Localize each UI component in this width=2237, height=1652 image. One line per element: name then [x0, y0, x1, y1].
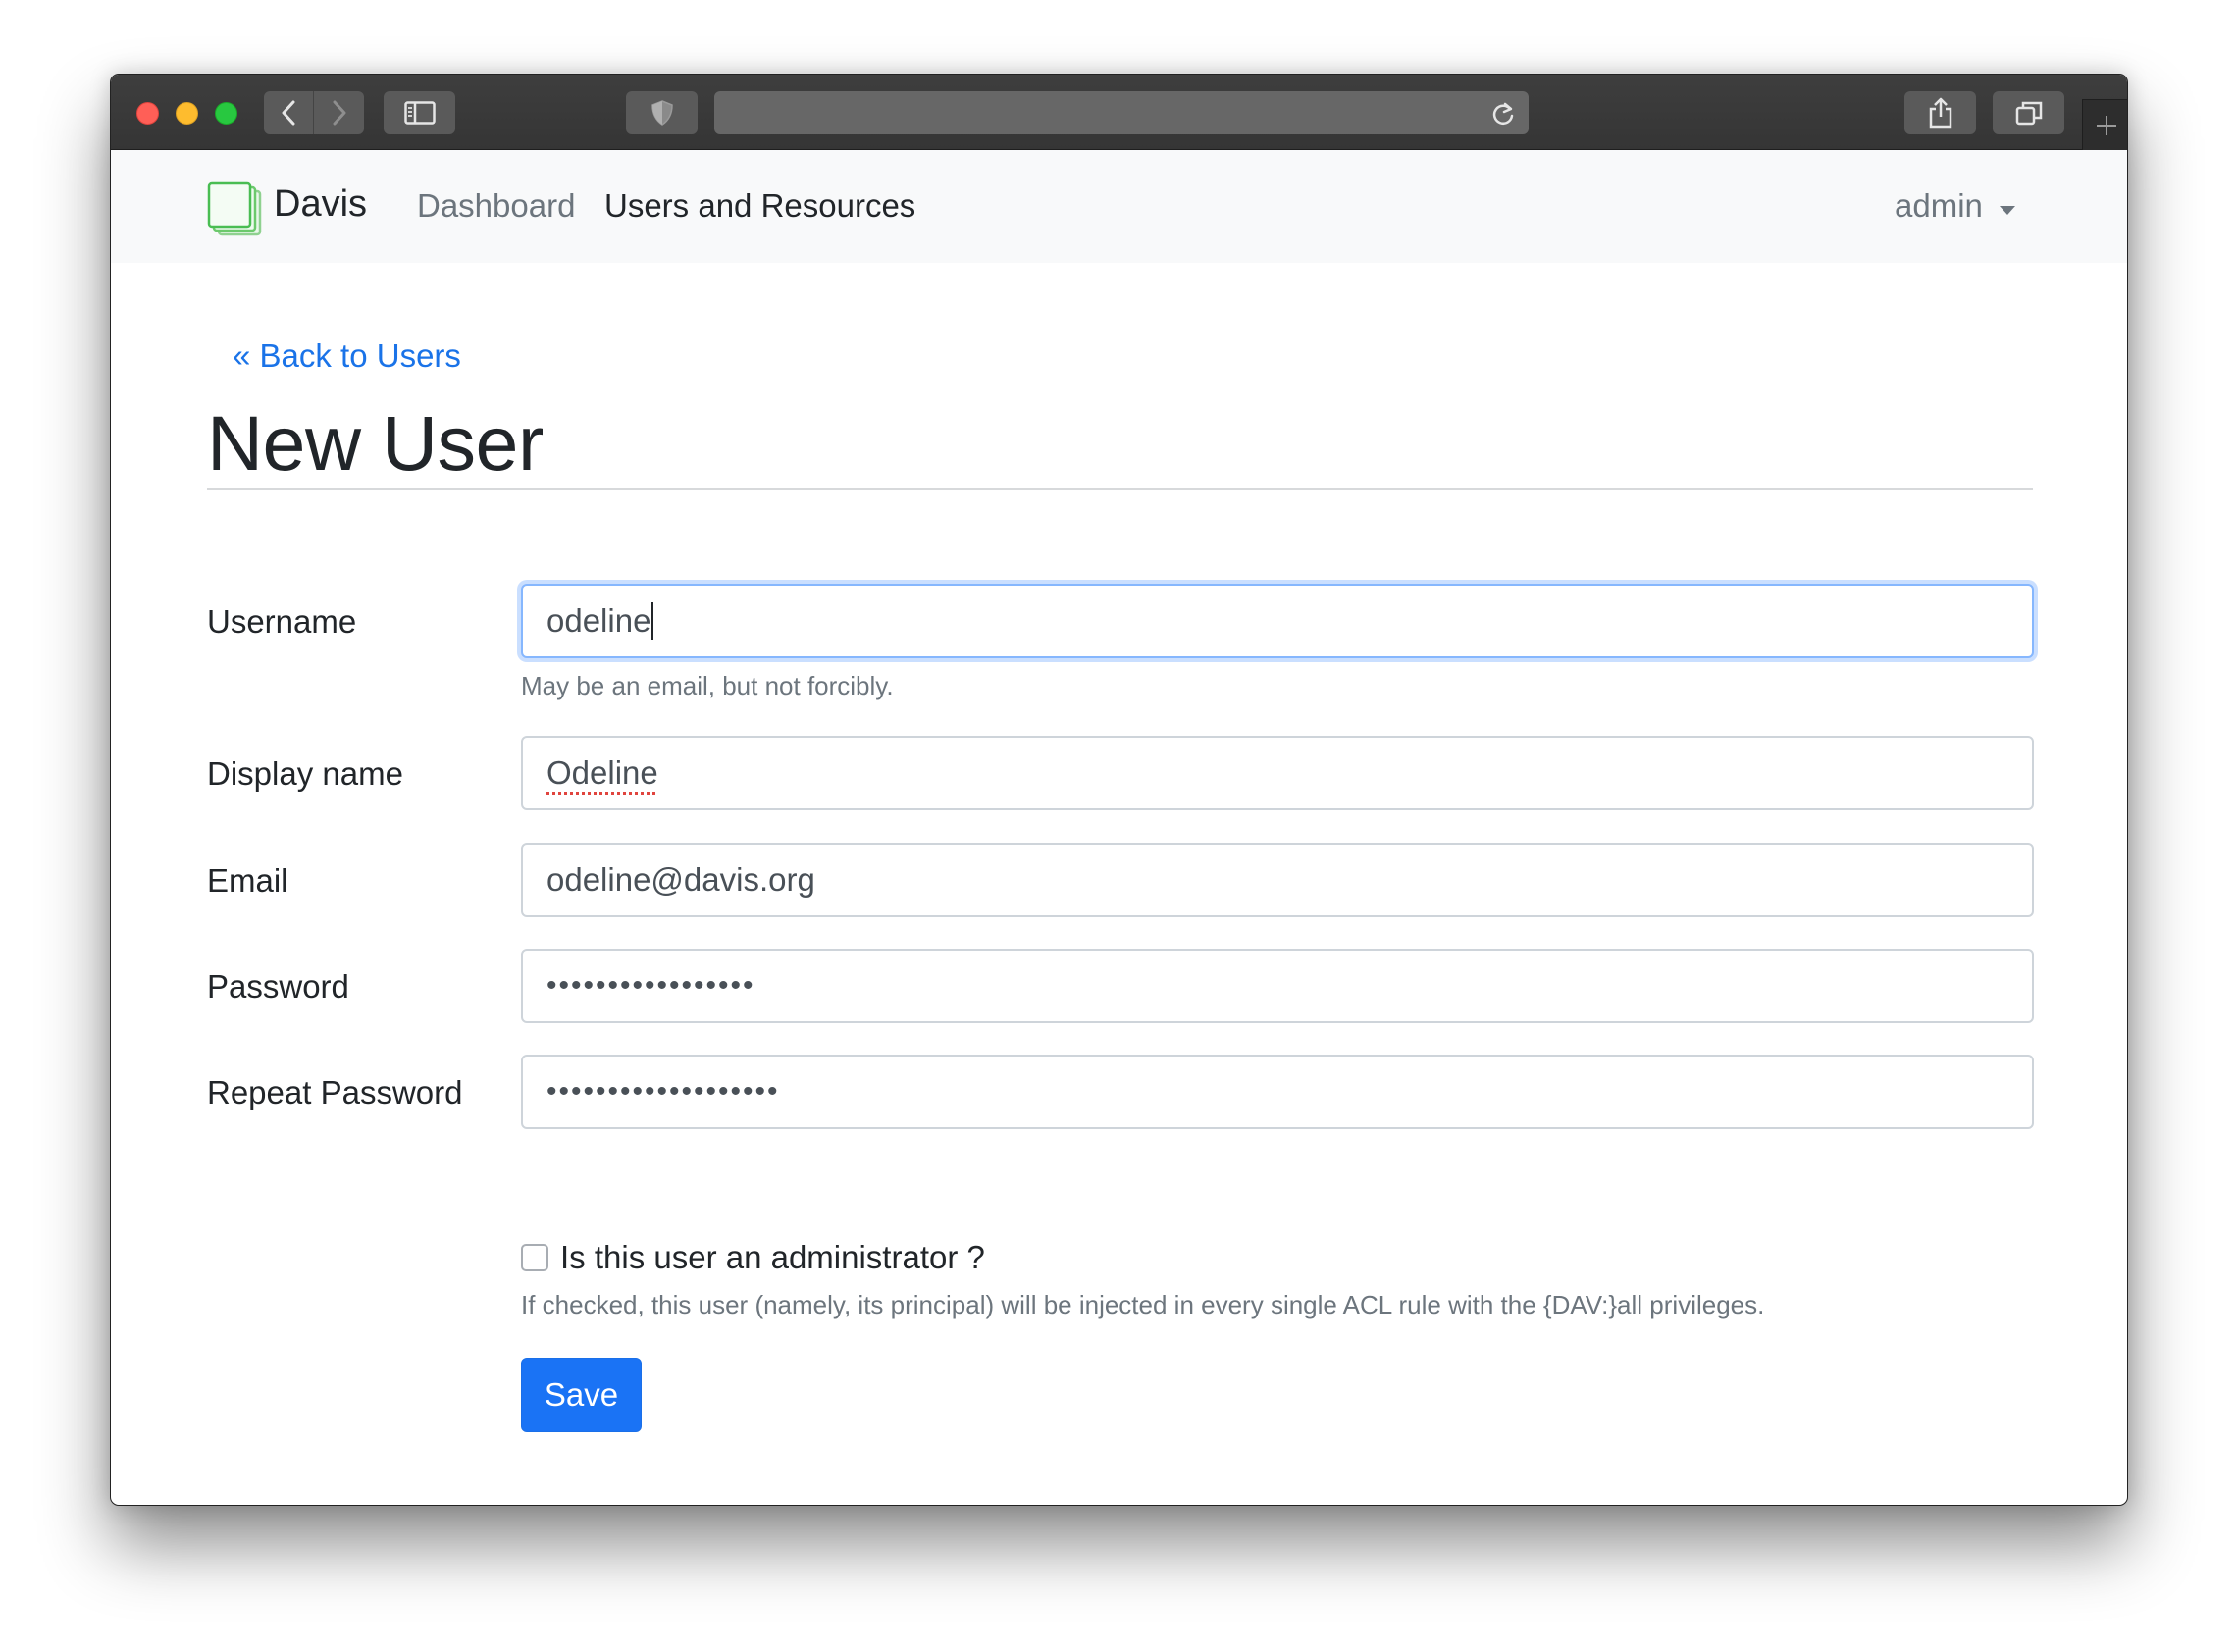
- password-input-value: •••••••••••••••••: [546, 969, 755, 1002]
- admin-help-text: If checked, this user (namely, its princ…: [521, 1290, 1765, 1319]
- display-name-label: Display name: [207, 755, 403, 792]
- back-to-users-link[interactable]: « Back to Users: [233, 337, 461, 375]
- shield-icon: [650, 100, 673, 126]
- nav-link-dashboard[interactable]: Dashboard: [417, 187, 575, 225]
- title-divider: [207, 488, 2033, 490]
- username-input-value: odeline: [546, 602, 651, 639]
- nav-link-users-and-resources[interactable]: Users and Resources: [604, 187, 915, 225]
- repeat-password-input[interactable]: •••••••••••••••••••: [521, 1055, 2034, 1129]
- share-icon: [1929, 97, 1951, 129]
- forward-button[interactable]: [314, 91, 364, 134]
- address-bar[interactable]: [714, 91, 1529, 134]
- caret-down-icon[interactable]: [2000, 206, 2015, 215]
- password-input[interactable]: •••••••••••••••••: [521, 949, 2034, 1023]
- display-name-input-value: Odeline: [546, 754, 658, 791]
- save-button[interactable]: Save: [521, 1358, 642, 1432]
- back-chevron-icon: [282, 100, 295, 126]
- username-help-text: May be an email, but not forcibly.: [521, 671, 894, 700]
- tabs-icon: [2015, 101, 2042, 126]
- app-navbar: Davis Dashboard Users and Resources admi…: [111, 150, 2127, 263]
- sidebar-toggle-button[interactable]: [384, 91, 455, 134]
- email-input[interactable]: odeline@davis.org: [521, 843, 2034, 917]
- browser-window: Davis Dashboard Users and Resources admi…: [110, 74, 2128, 1506]
- display-name-input[interactable]: Odeline: [521, 736, 2034, 810]
- email-input-value: odeline@davis.org: [546, 861, 815, 898]
- share-button[interactable]: [1904, 91, 1976, 134]
- repeat-password-label: Repeat Password: [207, 1074, 463, 1110]
- password-label: Password: [207, 968, 349, 1005]
- plus-icon: [2096, 115, 2116, 135]
- privacy-report-button[interactable]: [626, 91, 698, 134]
- repeat-password-input-value: •••••••••••••••••••: [546, 1075, 780, 1108]
- zoom-window-button[interactable]: [215, 102, 237, 125]
- sidebar-icon: [403, 101, 436, 125]
- reload-icon[interactable]: [1491, 101, 1515, 127]
- brand-name[interactable]: Davis: [274, 183, 367, 226]
- page-title: New User: [207, 399, 544, 487]
- forward-chevron-icon: [333, 100, 345, 126]
- admin-checkbox[interactable]: [521, 1244, 548, 1271]
- davis-logo-icon: [207, 181, 262, 236]
- new-tab-button[interactable]: [2082, 99, 2127, 150]
- history-nav-group: [264, 91, 364, 134]
- minimize-window-button[interactable]: [176, 102, 198, 125]
- browser-toolbar: [111, 75, 2127, 150]
- text-cursor: [651, 602, 654, 640]
- show-tabs-button[interactable]: [1993, 91, 2064, 134]
- admin-checkbox-label[interactable]: Is this user an administrator ?: [560, 1239, 985, 1276]
- back-button[interactable]: [264, 91, 314, 134]
- close-window-button[interactable]: [136, 102, 159, 125]
- username-label: Username: [207, 603, 357, 640]
- username-input[interactable]: odeline: [521, 584, 2034, 658]
- email-label: Email: [207, 862, 288, 899]
- user-menu-toggle[interactable]: admin: [1895, 187, 1983, 225]
